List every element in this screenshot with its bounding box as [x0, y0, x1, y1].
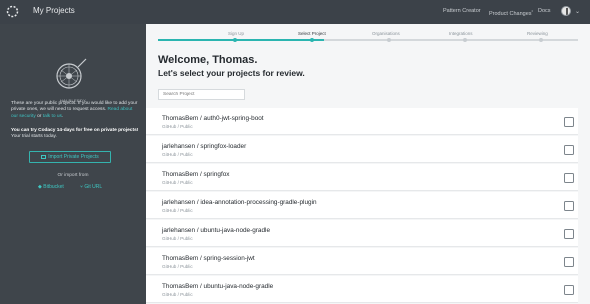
project-meta: GitHub / Public: [162, 152, 193, 157]
step-dot-integrations: [463, 38, 467, 42]
product-changes-label: Product Changes: [489, 10, 532, 17]
docs-link[interactable]: Docs: [538, 8, 551, 14]
bitbucket-link[interactable]: ◆ Bitbucket: [38, 184, 64, 190]
project-checkbox[interactable]: [564, 145, 574, 155]
page-subheading: Let's select your projects for review.: [158, 68, 305, 78]
chevron-down-icon[interactable]: ⌄: [575, 8, 580, 15]
step-dot-select-project: [310, 38, 314, 42]
git-url-link[interactable]: ⑂ Git URL: [80, 184, 102, 190]
project-meta: GitHub / Public: [162, 236, 193, 241]
step-dot-sign-up: [233, 38, 237, 42]
trial-text: Your trial starts today.: [11, 134, 57, 140]
onboarding-steps: Sign Up Select Project Organisations Int…: [158, 28, 578, 42]
or-import-from-label: Or import from: [57, 173, 89, 178]
project-name: jarlehansen / springfox-loader: [162, 143, 247, 150]
pattern-creator-link[interactable]: Pattern Creator: [443, 8, 481, 14]
empty-projects-illustration-icon: [56, 58, 87, 89]
step-label-select-project: Select Project: [298, 31, 326, 36]
project-row[interactable]: ThomasBem / spring-session-jwt GitHub / …: [146, 248, 578, 275]
import-private-projects-button[interactable]: Import Private Projects: [29, 151, 111, 163]
project-name: ThomasBem / spring-session-jwt: [162, 255, 255, 262]
talk-to-us-link[interactable]: talk to us: [43, 114, 62, 119]
project-row[interactable]: ThomasBem / auth0-jwt-spring-boot GitHub…: [146, 108, 578, 135]
app-title: My Projects: [33, 6, 75, 15]
step-dot-organisations: [387, 38, 391, 42]
project-checkbox[interactable]: [564, 173, 574, 183]
product-changes-marker: •: [531, 8, 533, 13]
avatar: [561, 6, 571, 16]
step-dot-reviewing: [539, 38, 543, 42]
step-label-integrations: Integrations: [449, 31, 473, 36]
project-checkbox[interactable]: [564, 257, 574, 267]
project-name: jarlehansen / ubuntu-java-node-gradle: [162, 227, 271, 234]
project-row[interactable]: ThomasBem / ubuntu-java-node-gradle GitH…: [146, 276, 578, 303]
top-bar: My Projects Pattern Creator Product Chan…: [0, 0, 590, 24]
info-end: .: [61, 113, 64, 119]
progress-fill: [158, 39, 324, 41]
project-row[interactable]: ThomasBem / springfox GitHub / Public: [146, 164, 578, 191]
info-or: or: [35, 113, 43, 119]
project-name: ThomasBem / auth0-jwt-spring-boot: [162, 115, 264, 122]
project-name: jarlehansen / idea-annotation-processing…: [162, 199, 317, 206]
project-meta: GitHub / Public: [162, 292, 193, 297]
import-button-label: Import Private Projects: [48, 154, 99, 160]
project-checkbox[interactable]: [564, 285, 574, 295]
codacy-logo-icon[interactable]: [6, 5, 19, 18]
project-meta: GitHub / Public: [162, 124, 193, 129]
trial-highlight: You can try Codacy 14-days for free on p…: [11, 128, 139, 133]
step-label-sign-up: Sign Up: [228, 31, 245, 36]
git-url-label: Git URL: [84, 184, 103, 190]
welcome-heading: Welcome, Thomas.: [158, 54, 258, 66]
project-row[interactable]: jarlehansen / springfox-loader GitHub / …: [146, 136, 578, 163]
project-meta: GitHub / Public: [162, 180, 193, 185]
project-checkbox[interactable]: [564, 229, 574, 239]
project-row[interactable]: jarlehansen / ubuntu-java-node-gradle Gi…: [146, 220, 578, 247]
private-projects-info: These are your public projects. If you w…: [11, 101, 139, 120]
project-meta: GitHub / Public: [162, 264, 193, 269]
step-label-organisations: Organisations: [372, 31, 400, 36]
user-avatar[interactable]: [561, 6, 573, 18]
bitbucket-label: Bitbucket: [43, 184, 64, 190]
project-meta: GitHub / Public: [162, 208, 193, 213]
import-icon: [41, 154, 47, 159]
trial-info: You can try Codacy 14-days for free on p…: [11, 128, 139, 141]
product-changes-link[interactable]: Product Changes•: [489, 8, 533, 17]
project-name: ThomasBem / springfox: [162, 171, 230, 178]
project-name: ThomasBem / ubuntu-java-node-gradle: [162, 283, 274, 290]
search-project-input[interactable]: [158, 89, 245, 100]
project-row[interactable]: jarlehansen / idea-annotation-processing…: [146, 192, 578, 219]
sidebar: HALBLEEDY These are your public projects…: [0, 24, 146, 304]
step-label-reviewing: Reviewing: [527, 31, 548, 36]
main-content: Sign Up Select Project Organisations Int…: [146, 24, 590, 304]
project-checkbox[interactable]: [564, 201, 574, 211]
project-checkbox[interactable]: [564, 117, 574, 127]
